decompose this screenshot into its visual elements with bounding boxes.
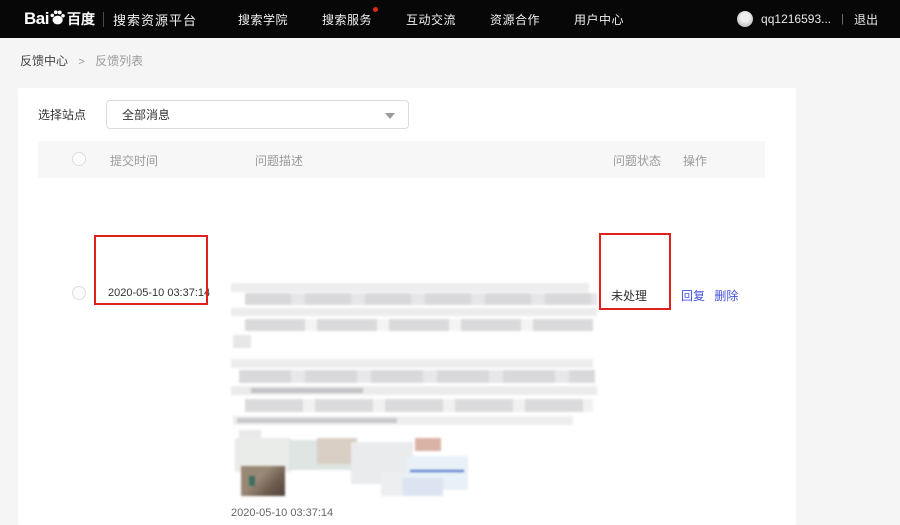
chevron-down-icon bbox=[385, 113, 395, 119]
nav-item-search-academy[interactable]: 搜索学院 bbox=[221, 11, 305, 28]
baidu-logo-text: Bai bbox=[24, 9, 49, 29]
reply-link[interactable]: 回复 bbox=[681, 289, 705, 303]
platform-title: 搜索资源平台 bbox=[113, 10, 197, 29]
breadcrumb-feedback-list: 反馈列表 bbox=[95, 54, 143, 68]
user-zone: qq1216593... | 退出 bbox=[737, 0, 878, 38]
username[interactable]: qq1216593... bbox=[761, 12, 831, 26]
user-divider: | bbox=[841, 13, 844, 25]
site-filter-label: 选择站点 bbox=[38, 106, 86, 123]
message-timestamp: 2020-05-10 03:37:14 bbox=[231, 507, 683, 519]
redacted-screenshot bbox=[231, 280, 599, 498]
baidu-paw-icon bbox=[49, 9, 66, 26]
top-nav-bar: Bai 百度 搜索资源平台 搜索学院 搜索服务 互动交流 资源合作 用户中心 bbox=[0, 0, 900, 38]
user-avatar[interactable] bbox=[737, 11, 753, 27]
feedback-card: 选择站点 全部消息 提交时间 问题描述 问题状态 操作 2020-05-10 0… bbox=[18, 88, 796, 525]
row-operations: 回复 删除 bbox=[681, 287, 738, 304]
breadcrumb-separator: > bbox=[78, 56, 84, 68]
table-header: 提交时间 问题描述 问题状态 操作 bbox=[38, 141, 765, 178]
select-all-checkbox[interactable] bbox=[72, 152, 86, 166]
row-checkbox[interactable] bbox=[72, 286, 86, 300]
column-status: 问题状态 bbox=[613, 152, 661, 169]
logo-divider bbox=[103, 12, 104, 27]
description-cell: 2020-05-10 03:37:14 因为第一次遇到这样的问题，对方已在昨天发… bbox=[231, 280, 683, 525]
page: Bai 百度 搜索资源平台 搜索学院 搜索服务 互动交流 资源合作 用户中心 bbox=[0, 0, 900, 525]
breadcrumb-feedback-center[interactable]: 反馈中心 bbox=[20, 54, 68, 68]
site-select[interactable]: 全部消息 bbox=[106, 100, 409, 129]
notification-dot bbox=[373, 7, 378, 12]
breadcrumb: 反馈中心 > 反馈列表 bbox=[20, 52, 143, 69]
logout-link[interactable]: 退出 bbox=[854, 11, 878, 28]
nav-item-resource-coop[interactable]: 资源合作 bbox=[473, 11, 557, 28]
row-submit-time: 2020-05-10 03:37:14 bbox=[108, 287, 210, 299]
nav-item-interaction[interactable]: 互动交流 bbox=[389, 11, 473, 28]
site-filter-row: 选择站点 全部消息 bbox=[38, 100, 409, 129]
column-operations: 操作 bbox=[683, 152, 707, 169]
top-nav: 搜索学院 搜索服务 互动交流 资源合作 用户中心 bbox=[221, 11, 641, 28]
column-submit-time: 提交时间 bbox=[110, 152, 158, 169]
baidu-logo[interactable]: Bai 百度 bbox=[24, 9, 95, 29]
delete-link[interactable]: 删除 bbox=[714, 289, 738, 303]
nav-item-user-center[interactable]: 用户中心 bbox=[557, 11, 641, 28]
redacted-photo bbox=[241, 466, 285, 496]
site-select-value: 全部消息 bbox=[122, 106, 170, 123]
baidu-logo-cn: 百度 bbox=[67, 9, 95, 29]
column-description: 问题描述 bbox=[255, 152, 303, 169]
nav-item-search-service[interactable]: 搜索服务 bbox=[305, 11, 389, 28]
